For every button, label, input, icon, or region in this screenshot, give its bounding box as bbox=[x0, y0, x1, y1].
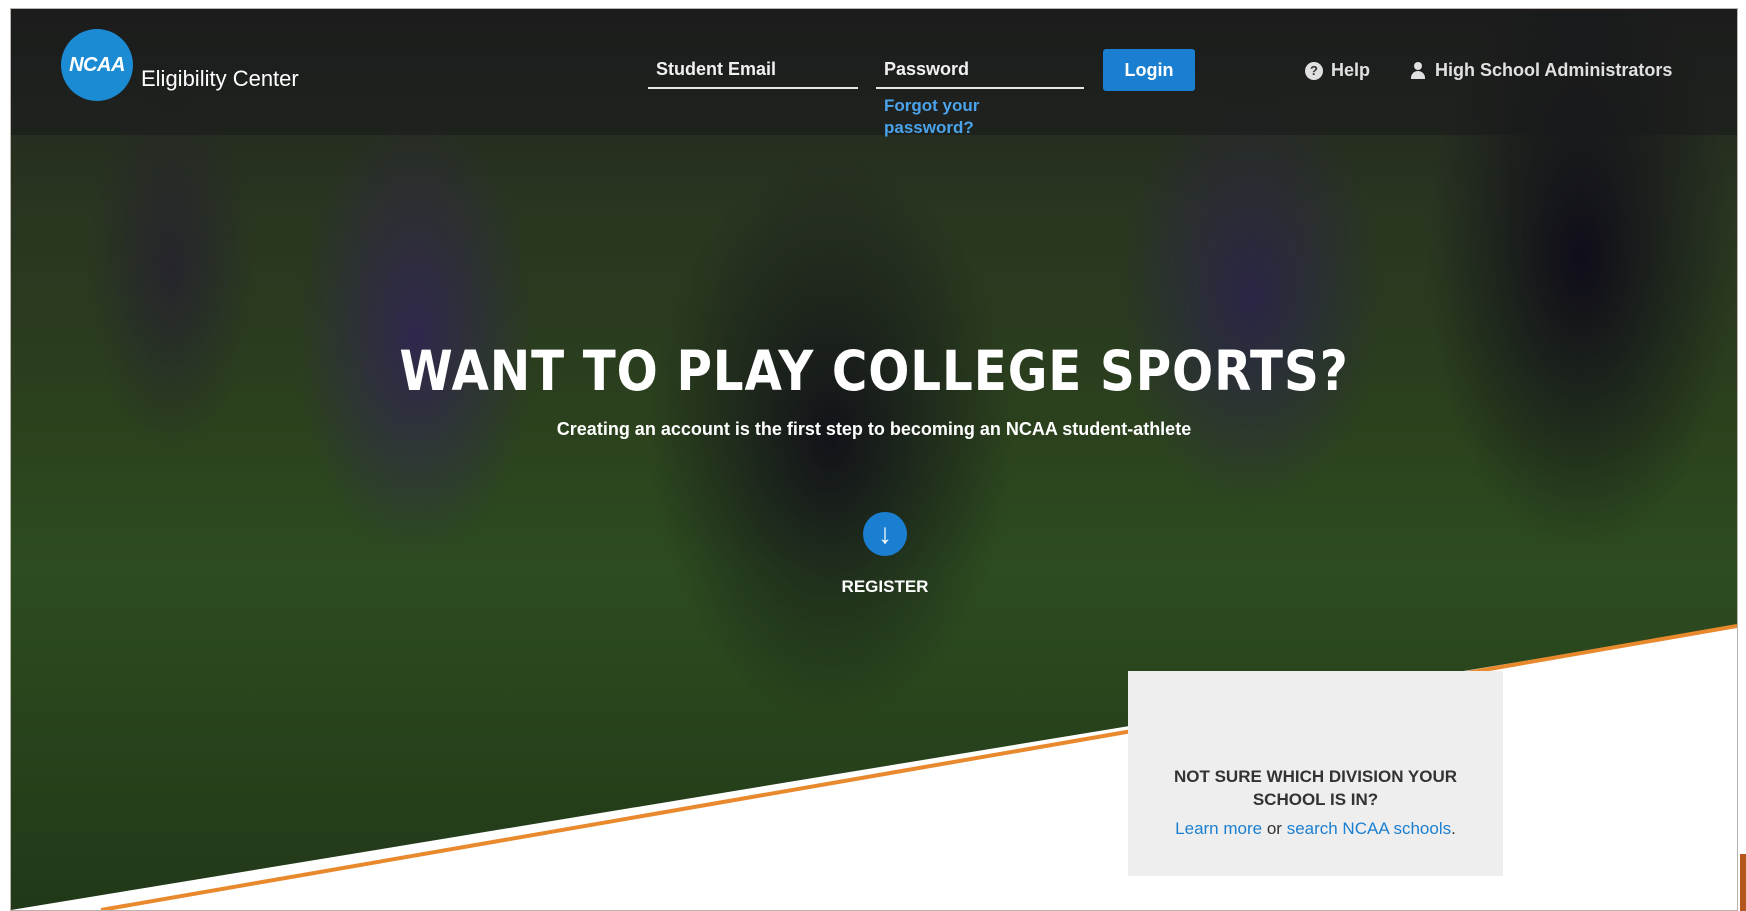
edge-strip bbox=[1740, 854, 1746, 911]
password-input[interactable] bbox=[876, 55, 1084, 89]
help-link[interactable]: ? Help bbox=[1305, 60, 1370, 81]
browser-viewport: NCAA Eligibility Center Login Forgot you… bbox=[10, 8, 1738, 911]
hero-subline: Creating an account is the first step to… bbox=[556, 419, 1192, 439]
division-links: Learn more or search NCAA schools. bbox=[1128, 819, 1503, 839]
high-school-administrators-link[interactable]: High School Administrators bbox=[1409, 60, 1672, 81]
arrow-down-icon[interactable]: ↓ bbox=[863, 512, 907, 556]
ncaa-logo[interactable]: NCAA bbox=[61, 29, 133, 101]
user-icon bbox=[1409, 61, 1427, 80]
or-text: or bbox=[1266, 819, 1282, 838]
admin-label: High School Administrators bbox=[1435, 60, 1673, 80]
learn-more-link[interactable]: Learn more bbox=[1175, 819, 1262, 838]
login-button[interactable]: Login bbox=[1103, 49, 1195, 91]
site-name: Eligibility Center bbox=[141, 66, 299, 91]
division-title: NOT SURE WHICH DIVISION YOUR SCHOOL IS I… bbox=[1173, 767, 1458, 809]
forgot-password-link[interactable]: Forgot your password? bbox=[884, 95, 1014, 139]
question-circle-icon: ? bbox=[1305, 61, 1323, 80]
hero-headline: WANT TO PLAY COLLEGE SPORTS? bbox=[399, 339, 1349, 403]
help-label: Help bbox=[1331, 60, 1371, 80]
division-info-box: NOT SURE WHICH DIVISION YOUR SCHOOL IS I… bbox=[1128, 671, 1503, 876]
search-ncaa-schools-link[interactable]: search NCAA schools bbox=[1287, 819, 1451, 838]
register-link[interactable]: REGISTER bbox=[785, 577, 985, 597]
period-text: . bbox=[1451, 819, 1456, 838]
student-email-input[interactable] bbox=[648, 55, 858, 89]
